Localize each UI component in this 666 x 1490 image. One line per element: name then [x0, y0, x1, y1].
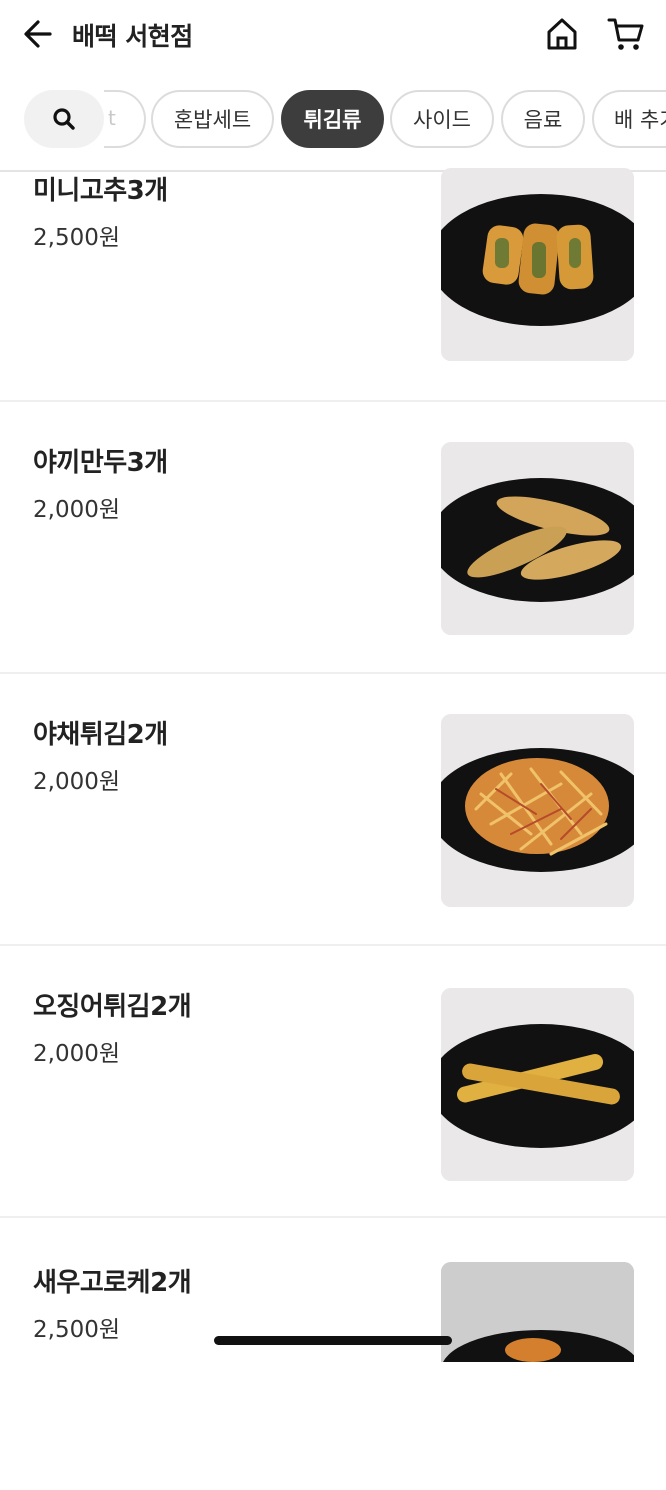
menu-item-name: 오징어튀김2개 — [33, 992, 192, 1022]
tab-partial-text: t — [108, 106, 116, 130]
menu-item[interactable]: 야채튀김2개 2,000원 — [0, 674, 666, 946]
menu-item-price: 2,000원 — [33, 1041, 121, 1067]
store-title: 배떡 서현점 — [72, 22, 193, 51]
menu-item-price: 2,000원 — [33, 769, 121, 795]
back-arrow-icon[interactable] — [20, 17, 60, 51]
app-header: 배떡 서현점 — [0, 0, 666, 70]
vegetable-fritter-image — [441, 714, 634, 907]
menu-item[interactable]: 미니고추3개 2,500원 — [0, 130, 666, 402]
menu-item-name: 미니고추3개 — [33, 176, 168, 206]
menu-item-price: 2,500원 — [33, 225, 121, 251]
search-icon — [53, 108, 75, 130]
menu-item[interactable]: 야끼만두3개 2,000원 — [0, 402, 666, 674]
home-indicator — [214, 1336, 452, 1345]
cart-icon[interactable] — [606, 15, 646, 53]
menu-item-name: 야끼만두3개 — [33, 448, 168, 478]
menu-item[interactable]: 새우고로케2개 2,500원 — [0, 1218, 666, 1490]
menu-item-price: 2,500원 — [33, 1317, 121, 1343]
fried-dumplings-image — [441, 442, 634, 635]
menu-item[interactable]: 오징어튀김2개 2,000원 — [0, 946, 666, 1218]
menu-item-price: 2,000원 — [33, 497, 121, 523]
fried-mini-peppers-image — [441, 168, 634, 361]
shrimp-croquette-image — [441, 1262, 634, 1362]
home-icon[interactable] — [543, 15, 581, 53]
fried-squid-image — [441, 988, 634, 1181]
menu-item-name: 새우고로케2개 — [33, 1268, 192, 1298]
menu-item-name: 야채튀김2개 — [33, 720, 168, 750]
